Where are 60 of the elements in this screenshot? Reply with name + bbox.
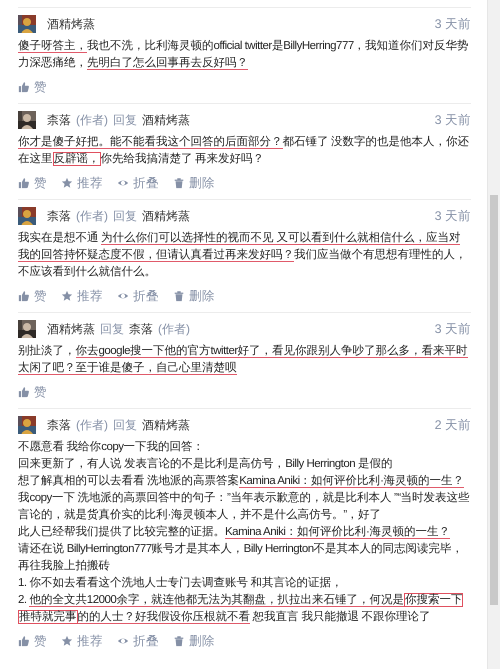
action-like-button[interactable]: 赞 <box>18 633 47 649</box>
timestamp: 3 天前 <box>434 208 471 224</box>
action-like-button[interactable]: 赞 <box>18 384 47 400</box>
action-recommend-button[interactable]: 推荐 <box>61 175 103 191</box>
reply-label: 回复 <box>113 416 137 434</box>
author-name[interactable]: 酒精烤蒸 <box>47 16 95 32</box>
comment-text: 傻子呀答主，我也不洗，比利海灵顿的official twitter是BillyHerring777，我知道你们对反华势力深恶痛绝，先明白了怎么回事再去反好吗？ <box>18 38 470 72</box>
reply-to-name[interactable]: 酒精烤蒸 <box>142 416 190 434</box>
action-delete-button[interactable]: 删除 <box>173 288 215 304</box>
author-tag: (作者) <box>76 416 108 434</box>
author-tag: (作者) <box>76 208 108 224</box>
star-icon <box>61 177 73 189</box>
timestamp: 2 天前 <box>434 416 471 434</box>
comment-text: 我copy一下 洗地派的高票回答中的句子：”当年表示歉意的，就是比利本人 ”“当时发表这些言论的，就是货真价实的比利·海灵顿本人，并不是什么高仿号。”，好了 <box>18 490 471 523</box>
thumbs-up-icon <box>18 635 30 647</box>
comment-text: 不愿意看 我给你copy一下我的回答： <box>18 440 205 455</box>
reply-to-name[interactable]: 酒精烤蒸 <box>142 112 190 128</box>
comment-text: 2. 他的全文共12000余字，就连他都无法为其翻盘，扒拉出来石锤了，何况是你搜索一下推特就完事的的人士？好我假设你压根就不看 恕我直言 我只能撤退 不跟你理论了 <box>18 592 464 626</box>
action-recommend-button[interactable]: 推荐 <box>61 633 103 649</box>
timestamp: 3 天前 <box>434 112 471 128</box>
reply-to-name[interactable]: 酒精烤蒸 <box>142 208 190 224</box>
action-recommend-button[interactable]: 推荐 <box>61 288 103 304</box>
thumbs-up-icon <box>18 177 30 189</box>
star-icon <box>61 290 73 302</box>
action-fold-button[interactable]: 折叠 <box>117 175 159 191</box>
timestamp: 3 天前 <box>434 16 471 32</box>
action-delete-button[interactable]: 删除 <box>173 633 215 649</box>
thumbs-up-icon <box>18 81 30 93</box>
scrollbar-thumb[interactable] <box>490 195 498 605</box>
thumbs-up-icon <box>18 386 30 398</box>
author-tag: (作者) <box>76 112 108 128</box>
reply-to-name[interactable]: 柰落 <box>129 320 153 338</box>
action-fold-button[interactable]: 折叠 <box>117 633 159 649</box>
author-name[interactable]: 柰落 <box>47 208 71 224</box>
reply-label: 回复 <box>100 320 124 338</box>
author-name[interactable]: 柰落 <box>47 416 71 434</box>
comment-text: 1. 你不如去看看这个洗地人士专门去调查账号 和其言论的证据， <box>18 575 344 591</box>
trash-icon <box>173 290 185 302</box>
author-name[interactable]: 柰落 <box>47 112 71 128</box>
trash-icon <box>173 177 185 189</box>
author-tag: (作者) <box>158 320 190 338</box>
action-like-button[interactable]: 赞 <box>18 288 47 304</box>
author-name[interactable]: 酒精烤蒸 <box>47 320 95 338</box>
comment-text: 我实在是想不通 为什么你们可以选择性的视而不见 又可以看到什么就相信什么，应当对我的回答持怀疑态度不假，但请认真看过再来发好吗？我们应当做个有思想有理性的人，不应该看到什么就信什么。 <box>18 230 468 280</box>
thumbs-up-icon <box>18 290 30 302</box>
reply-label: 回复 <box>113 112 137 128</box>
action-like-button[interactable]: 赞 <box>18 79 47 95</box>
comment-text: 想了解真相的可以去看看 洗地派的高票答案Kamina Aniki：如何评价比利·海灵顿的一生？ <box>18 473 466 490</box>
timestamp: 3 天前 <box>434 320 471 338</box>
action-like-button[interactable]: 赞 <box>18 175 47 191</box>
comment-text: 回来更新了，有人说 发表言论的不是比利是高仿号，Billy Herrington 是假的 <box>18 456 394 472</box>
reply-label: 回复 <box>113 208 137 224</box>
scrollbar[interactable] <box>487 0 500 669</box>
comment-text: 别扯淡了，你去google搜一下他的官方twitter好了，看见你跟别人争吵了那么多，看来平时太闲了吧？至于谁是傻子，自己心里清楚呗 <box>18 343 469 377</box>
action-fold-button[interactable]: 折叠 <box>117 288 159 304</box>
comment-text: 此人已经帮我们提供了比较完整的证据。Kamina Aniki：如何评价比利·海灵顿的一生？ <box>18 524 451 541</box>
star-icon <box>61 635 73 647</box>
comment-text: 请还在说 BillyHerrington777账号才是其本人，Billy Herrington不是其本人的同志阅读完毕，再往我脸上拍搬砖 <box>18 541 464 574</box>
trash-icon <box>173 635 185 647</box>
action-delete-button[interactable]: 删除 <box>173 175 215 191</box>
